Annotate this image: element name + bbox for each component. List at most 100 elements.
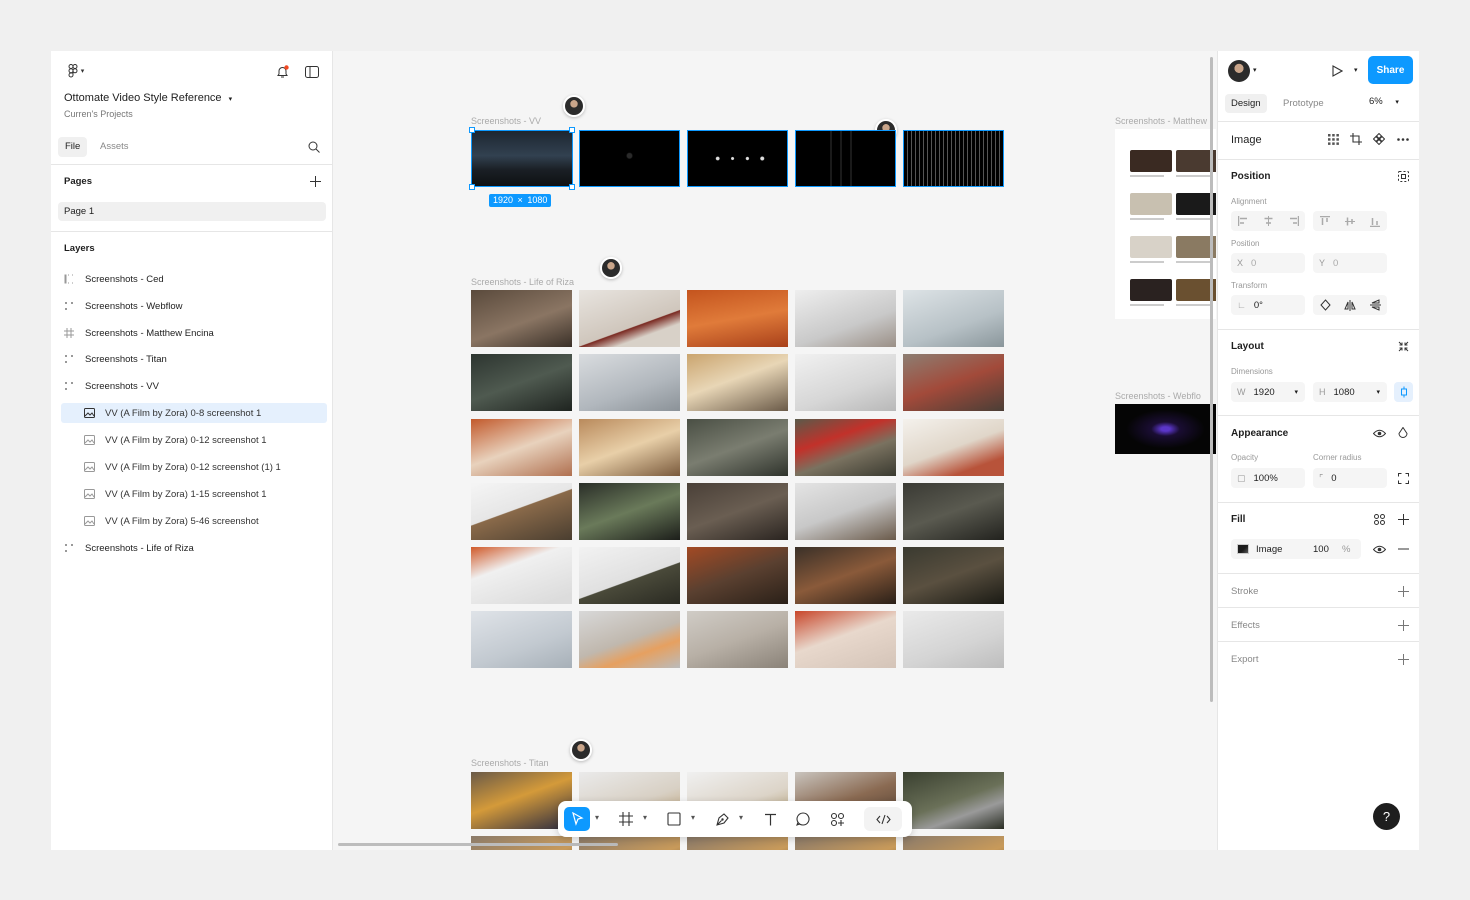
- chevron-down-icon[interactable]: ▾: [643, 813, 647, 822]
- chevron-down-icon[interactable]: ▾: [691, 813, 695, 822]
- resize-handle[interactable]: [569, 127, 575, 133]
- screenshot-thumbnail[interactable]: [795, 130, 896, 187]
- text-tool-button[interactable]: [758, 807, 782, 831]
- tab-design[interactable]: Design: [1225, 94, 1267, 113]
- layer-item[interactable]: Screenshots - Life of Riza: [61, 538, 327, 558]
- screenshot-thumbnail[interactable]: [903, 354, 1004, 411]
- y-position-input[interactable]: Y 0: [1313, 253, 1387, 273]
- screenshot-thumbnail[interactable]: [579, 354, 680, 411]
- frame-tool-button[interactable]: [614, 807, 638, 831]
- screenshot-thumbnail[interactable]: [687, 419, 788, 476]
- search-layers-button[interactable]: [306, 139, 322, 155]
- screenshot-thumbnail[interactable]: [471, 354, 572, 411]
- chevron-down-icon[interactable]: ▾: [1253, 66, 1257, 74]
- layer-item[interactable]: Screenshots - Webflow: [61, 296, 327, 316]
- fill-opacity[interactable]: 100: [1313, 544, 1329, 555]
- screenshot-thumbnail[interactable]: [795, 836, 896, 850]
- align-right-button[interactable]: [1285, 214, 1301, 228]
- screenshot-thumbnail[interactable]: [903, 547, 1004, 604]
- zoom-dropdown[interactable]: 6% ▾: [1369, 96, 1399, 107]
- screenshot-thumbnail[interactable]: [795, 354, 896, 411]
- screenshot-thumbnail[interactable]: [579, 290, 680, 347]
- screenshot-thumbnail[interactable]: [903, 130, 1004, 187]
- file-title-dropdown[interactable]: Ottomate Video Style Reference ▾: [64, 92, 232, 104]
- frame-label-titan[interactable]: Screenshots - Titan: [471, 758, 549, 768]
- matthew-frame[interactable]: [1115, 129, 1216, 319]
- figma-menu-button[interactable]: ▾: [63, 63, 89, 79]
- constrain-proportions-button[interactable]: [1394, 382, 1413, 402]
- screenshot-thumbnail[interactable]: [471, 772, 572, 829]
- screenshot-thumbnail[interactable]: [687, 354, 788, 411]
- width-input[interactable]: W 1920 ▾: [1231, 382, 1305, 402]
- notifications-button[interactable]: [273, 63, 291, 81]
- align-top-button[interactable]: [1317, 214, 1333, 228]
- user-avatar[interactable]: [1228, 60, 1250, 82]
- vertical-scrollbar[interactable]: [1210, 57, 1213, 702]
- layer-item[interactable]: VV (A Film by Zora) 1-15 screenshot 1: [61, 484, 327, 504]
- frame-label-matthew[interactable]: Screenshots - Matthew: [1115, 116, 1207, 126]
- screenshot-thumbnail[interactable]: [795, 547, 896, 604]
- present-button[interactable]: [1329, 63, 1345, 79]
- align-left-button[interactable]: [1235, 214, 1251, 228]
- frame-label-webflow[interactable]: Screenshots - Webflo: [1115, 391, 1201, 401]
- screenshot-thumbnail[interactable]: [903, 290, 1004, 347]
- visibility-button[interactable]: [1372, 426, 1386, 440]
- resize-handle[interactable]: [469, 184, 475, 190]
- screenshot-thumbnail[interactable]: [903, 483, 1004, 540]
- component-button[interactable]: [1372, 132, 1386, 146]
- align-middle-button[interactable]: [1342, 214, 1358, 228]
- pen-tool-button[interactable]: [710, 807, 734, 831]
- screenshot-thumbnail[interactable]: [471, 547, 572, 604]
- screenshot-thumbnail[interactable]: [903, 772, 1004, 829]
- webflow-frame[interactable]: [1115, 404, 1216, 454]
- chevron-down-icon[interactable]: ▾: [595, 813, 599, 822]
- add-stroke-button[interactable]: [1396, 584, 1410, 598]
- height-input[interactable]: H 1080 ▾: [1313, 382, 1387, 402]
- screenshot-thumbnail[interactable]: [687, 130, 788, 187]
- fill-row[interactable]: Image 100 %: [1231, 539, 1361, 559]
- fill-visibility-button[interactable]: [1372, 542, 1386, 556]
- add-page-button[interactable]: [307, 173, 323, 189]
- chevron-down-icon[interactable]: ▾: [739, 813, 743, 822]
- tab-file[interactable]: File: [58, 137, 88, 157]
- add-fill-button[interactable]: [1396, 512, 1410, 526]
- remove-fill-button[interactable]: [1396, 542, 1410, 556]
- screenshot-thumbnail[interactable]: [687, 547, 788, 604]
- project-name[interactable]: Curren's Projects: [64, 109, 133, 119]
- screenshot-thumbnail[interactable]: [687, 611, 788, 668]
- more-options-button[interactable]: [1396, 132, 1410, 146]
- toggle-sidebar-button[interactable]: [303, 63, 321, 81]
- rotate-button[interactable]: [1317, 298, 1333, 312]
- screenshot-thumbnail[interactable]: [471, 290, 572, 347]
- screenshot-thumbnail[interactable]: [579, 611, 680, 668]
- screenshot-thumbnail[interactable]: [579, 483, 680, 540]
- fill-styles-button[interactable]: [1372, 512, 1386, 526]
- crop-button[interactable]: [1349, 132, 1363, 146]
- layer-item-selected[interactable]: VV (A Film by Zora) 0-8 screenshot 1: [61, 403, 327, 423]
- auto-layout-button[interactable]: [1396, 339, 1410, 353]
- resize-handle[interactable]: [569, 184, 575, 190]
- independent-corners-button[interactable]: [1396, 471, 1410, 485]
- opacity-input[interactable]: ▢ 100%: [1231, 468, 1305, 488]
- help-button[interactable]: ?: [1373, 803, 1400, 830]
- screenshot-thumbnail[interactable]: [903, 419, 1004, 476]
- screenshot-thumbnail[interactable]: [795, 611, 896, 668]
- constraints-button[interactable]: [1396, 169, 1410, 183]
- resize-handle[interactable]: [469, 127, 475, 133]
- flip-vertical-button[interactable]: [1367, 298, 1383, 312]
- layer-item[interactable]: Screenshots - VV: [61, 376, 327, 396]
- move-tool-button[interactable]: [564, 807, 590, 831]
- tab-prototype[interactable]: Prototype: [1277, 94, 1330, 113]
- corner-radius-input[interactable]: ⌜ 0: [1313, 468, 1387, 488]
- screenshot-thumbnail[interactable]: [687, 483, 788, 540]
- layer-item[interactable]: VV (A Film by Zora) 5-46 screenshot: [61, 511, 327, 531]
- components-button[interactable]: [825, 807, 849, 831]
- dev-mode-toggle[interactable]: [864, 807, 902, 831]
- add-export-button[interactable]: [1396, 652, 1410, 666]
- screenshot-thumbnail[interactable]: [687, 836, 788, 850]
- screenshot-thumbnail[interactable]: [687, 290, 788, 347]
- align-bottom-button[interactable]: [1367, 214, 1383, 228]
- screenshot-thumbnail[interactable]: [471, 483, 572, 540]
- horizontal-scrollbar[interactable]: [338, 843, 618, 846]
- screenshot-thumbnail[interactable]: [795, 419, 896, 476]
